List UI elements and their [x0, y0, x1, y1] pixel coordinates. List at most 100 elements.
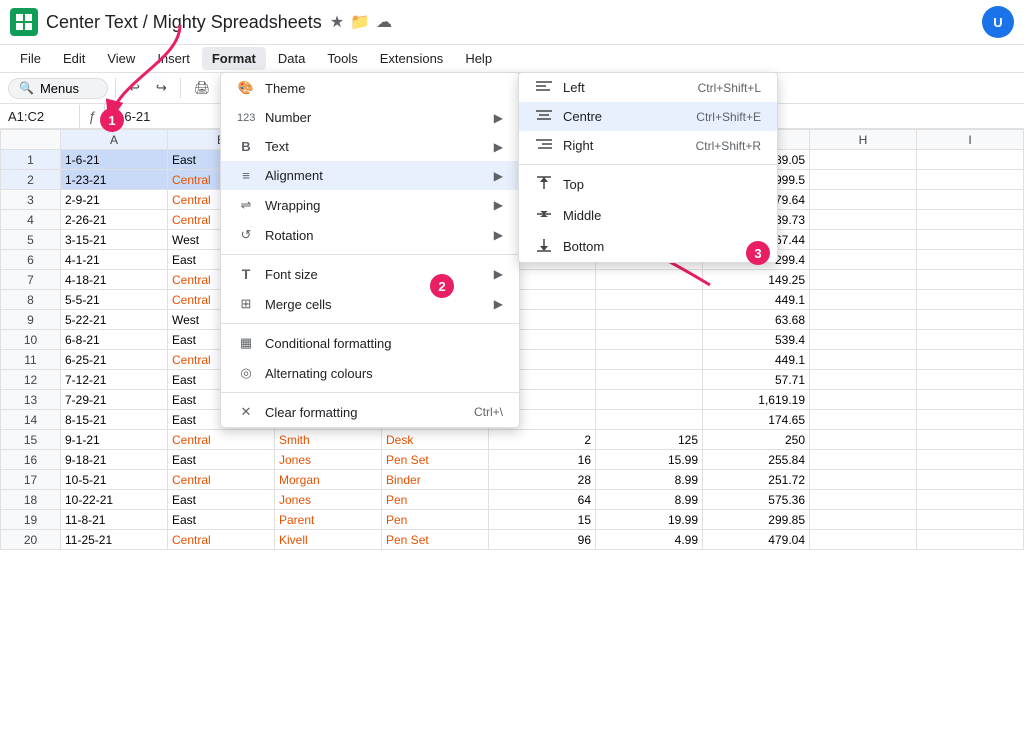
cell-h18[interactable] — [810, 490, 917, 510]
fontsize-option[interactable]: T Font size ▶ — [221, 259, 519, 289]
cell-h1[interactable] — [810, 150, 917, 170]
cell-g11[interactable]: 449.1 — [703, 350, 810, 370]
theme-option[interactable]: 🎨 Theme — [221, 73, 519, 103]
cell-a4[interactable]: 2-26-21 — [61, 210, 168, 230]
cell-h11[interactable] — [810, 350, 917, 370]
cell-i2[interactable] — [917, 170, 1024, 190]
cell-c16[interactable]: Jones — [275, 450, 382, 470]
cell-e16[interactable]: 16 — [489, 450, 596, 470]
number-option[interactable]: 123 Number ▶ — [221, 103, 519, 132]
cell-b19[interactable]: East — [168, 510, 275, 530]
cell-i14[interactable] — [917, 410, 1024, 430]
menu-tools[interactable]: Tools — [317, 47, 367, 70]
cell-g17[interactable]: 251.72 — [703, 470, 810, 490]
cell-f12[interactable] — [596, 370, 703, 390]
cell-e15[interactable]: 2 — [489, 430, 596, 450]
cell-f14[interactable] — [596, 410, 703, 430]
cell-a13[interactable]: 7-29-21 — [61, 390, 168, 410]
cell-g20[interactable]: 479.04 — [703, 530, 810, 550]
cell-f19[interactable]: 19.99 — [596, 510, 703, 530]
menu-edit[interactable]: Edit — [53, 47, 95, 70]
redo-button[interactable]: ↪ — [150, 77, 173, 99]
cell-a1[interactable]: 1-6-21 — [61, 150, 168, 170]
cell-i19[interactable] — [917, 510, 1024, 530]
cell-a19[interactable]: 11-8-21 — [61, 510, 168, 530]
cell-a18[interactable]: 10-22-21 — [61, 490, 168, 510]
cell-i15[interactable] — [917, 430, 1024, 450]
text-option[interactable]: B Text ▶ — [221, 132, 519, 161]
cell-i3[interactable] — [917, 190, 1024, 210]
cell-d18[interactable]: Pen — [382, 490, 489, 510]
menu-format[interactable]: Format — [202, 47, 266, 70]
clear-option[interactable]: ✕ Clear formatting Ctrl+\ — [221, 397, 519, 427]
cell-h9[interactable] — [810, 310, 917, 330]
cell-d19[interactable]: Pen — [382, 510, 489, 530]
cell-a17[interactable]: 10-5-21 — [61, 470, 168, 490]
bottom-align-option[interactable]: Bottom — [519, 231, 777, 262]
alignment-option[interactable]: ≡ Alignment ▶ — [221, 161, 519, 190]
cell-a20[interactable]: 11-25-21 — [61, 530, 168, 550]
cell-h8[interactable] — [810, 290, 917, 310]
folder-icon[interactable]: 📁 — [350, 12, 370, 32]
merge-option[interactable]: ⊞ Merge cells ▶ — [221, 289, 519, 319]
cell-a10[interactable]: 6-8-21 — [61, 330, 168, 350]
cell-a14[interactable]: 8-15-21 — [61, 410, 168, 430]
cell-g15[interactable]: 250 — [703, 430, 810, 450]
cell-i8[interactable] — [917, 290, 1024, 310]
cell-i11[interactable] — [917, 350, 1024, 370]
cell-i7[interactable] — [917, 270, 1024, 290]
cell-b17[interactable]: Central — [168, 470, 275, 490]
print-button[interactable]: 🖨 — [188, 77, 217, 99]
menu-view[interactable]: View — [97, 47, 145, 70]
cell-i4[interactable] — [917, 210, 1024, 230]
cell-f9[interactable] — [596, 310, 703, 330]
cell-c15[interactable]: Smith — [275, 430, 382, 450]
cell-i9[interactable] — [917, 310, 1024, 330]
cell-i13[interactable] — [917, 390, 1024, 410]
cell-h15[interactable] — [810, 430, 917, 450]
cell-f13[interactable] — [596, 390, 703, 410]
cell-h13[interactable] — [810, 390, 917, 410]
cell-a16[interactable]: 9-18-21 — [61, 450, 168, 470]
cell-h16[interactable] — [810, 450, 917, 470]
cell-g14[interactable]: 174.65 — [703, 410, 810, 430]
user-avatar[interactable]: U — [982, 6, 1014, 38]
search-box[interactable]: 🔍 Menus — [8, 78, 108, 99]
menu-data[interactable]: Data — [268, 47, 315, 70]
cell-a8[interactable]: 5-5-21 — [61, 290, 168, 310]
cell-a12[interactable]: 7-12-21 — [61, 370, 168, 390]
cell-d17[interactable]: Binder — [382, 470, 489, 490]
cell-a3[interactable]: 2-9-21 — [61, 190, 168, 210]
cell-d15[interactable]: Desk — [382, 430, 489, 450]
cell-g13[interactable]: 1,619.19 — [703, 390, 810, 410]
cell-g9[interactable]: 63.68 — [703, 310, 810, 330]
cell-i12[interactable] — [917, 370, 1024, 390]
cell-b18[interactable]: East — [168, 490, 275, 510]
cell-reference[interactable]: A1:C2 — [0, 105, 80, 128]
cell-f20[interactable]: 4.99 — [596, 530, 703, 550]
cell-h7[interactable] — [810, 270, 917, 290]
cell-f8[interactable] — [596, 290, 703, 310]
format-menu[interactable]: 🎨 Theme 123 Number ▶ B Text ▶ ≡ Alignmen… — [220, 72, 520, 428]
cell-a7[interactable]: 4-18-21 — [61, 270, 168, 290]
alignment-submenu[interactable]: Left Ctrl+Shift+L Centre Ctrl+Shift+E Ri… — [518, 72, 778, 263]
right-align-option[interactable]: Right Ctrl+Shift+R — [519, 131, 777, 160]
cell-d16[interactable]: Pen Set — [382, 450, 489, 470]
cell-h4[interactable] — [810, 210, 917, 230]
cell-c20[interactable]: Kivell — [275, 530, 382, 550]
cell-b20[interactable]: Central — [168, 530, 275, 550]
cell-h12[interactable] — [810, 370, 917, 390]
cell-h6[interactable] — [810, 250, 917, 270]
cell-f15[interactable]: 125 — [596, 430, 703, 450]
cell-g12[interactable]: 57.71 — [703, 370, 810, 390]
cell-e17[interactable]: 28 — [489, 470, 596, 490]
cell-d20[interactable]: Pen Set — [382, 530, 489, 550]
cell-a15[interactable]: 9-1-21 — [61, 430, 168, 450]
cell-g10[interactable]: 539.4 — [703, 330, 810, 350]
cell-a2[interactable]: 1-23-21 — [61, 170, 168, 190]
cell-a6[interactable]: 4-1-21 — [61, 250, 168, 270]
col-h[interactable]: H — [810, 130, 917, 150]
top-align-option[interactable]: Top — [519, 169, 777, 200]
centre-align-option[interactable]: Centre Ctrl+Shift+E — [519, 102, 777, 131]
cell-f18[interactable]: 8.99 — [596, 490, 703, 510]
